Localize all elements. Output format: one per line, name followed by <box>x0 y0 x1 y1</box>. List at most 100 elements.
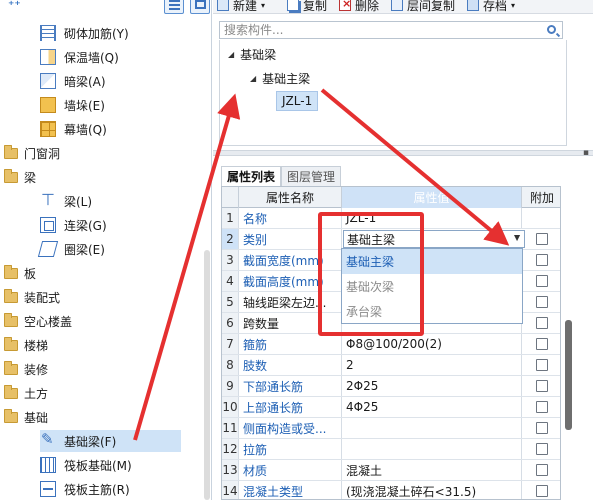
tree-item-raft-foundation[interactable]: 筏板基础(M) <box>40 454 132 476</box>
tree-item-foundation-beam[interactable]: 基础梁(F) <box>40 430 181 452</box>
copy-button[interactable]: 复制 <box>287 0 327 14</box>
tree-category-hollow-floor[interactable]: 空心楼盖 <box>4 310 72 332</box>
tree-category-earthwork[interactable]: 土方 <box>4 382 48 404</box>
layer-copy-icon <box>391 0 403 11</box>
row-number: 2 <box>222 229 239 249</box>
property-value[interactable]: (现浇混凝土碎石<31.5) <box>342 481 522 499</box>
attach-cell <box>522 271 560 291</box>
dropdown-option-cap-beam[interactable]: 承台梁 <box>342 299 522 324</box>
property-row[interactable]: 11 侧面构造或受... <box>222 418 560 439</box>
attach-checkbox[interactable] <box>536 317 548 329</box>
property-row[interactable]: 13 材质 混凝土 <box>222 460 560 481</box>
property-value[interactable]: 2 <box>342 355 522 375</box>
tree-item-raft-rebar[interactable]: 筏板主筋(R) <box>40 478 130 500</box>
property-value[interactable]: 4Φ25 <box>342 397 522 417</box>
delete-button[interactable]: 删除 <box>339 0 379 14</box>
row-number: 3 <box>222 250 239 270</box>
tree-category-label: 门窗洞 <box>24 146 61 161</box>
attach-checkbox[interactable] <box>536 401 548 413</box>
search-icon[interactable] <box>547 25 556 34</box>
tree-item-insulation-wall[interactable]: 保温墙(Q) <box>40 46 119 68</box>
attach-checkbox[interactable] <box>536 233 548 245</box>
collapse-arrow-icon[interactable]: ◢ <box>228 50 234 59</box>
attach-checkbox[interactable] <box>536 338 548 350</box>
row-number: 9 <box>222 376 239 396</box>
dropdown-arrow-icon: ▾ <box>511 0 516 10</box>
new-label: 新建 <box>233 0 258 13</box>
category-dropdown-list: 基础主梁 基础次梁 承台梁 <box>341 248 523 324</box>
attach-cell <box>522 355 560 375</box>
tree-item-label: 圈梁(E) <box>64 242 105 257</box>
property-value[interactable]: Φ8@100/200(2) <box>342 334 522 354</box>
property-row[interactable]: 10 上部通长筋 4Φ25 <box>222 397 560 418</box>
property-value[interactable]: JZL-1 <box>342 208 522 228</box>
collapse-arrow-icon[interactable]: ◢ <box>250 74 256 83</box>
component-tree-leaf[interactable]: JZL-1 <box>276 91 319 111</box>
attach-header: 附加 <box>529 191 554 205</box>
dropdown-option-main-foundation-beam[interactable]: 基础主梁 <box>342 249 522 274</box>
property-row[interactable]: 12 拉筋 <box>222 439 560 460</box>
property-value[interactable]: 2Φ25 <box>342 376 522 396</box>
dropdown-option-secondary-foundation-beam[interactable]: 基础次梁 <box>342 274 522 299</box>
attach-checkbox[interactable] <box>536 254 548 266</box>
row-number-header <box>222 187 239 208</box>
tree-item-link-beam[interactable]: 连梁(G) <box>40 214 107 236</box>
tree-category-slab[interactable]: 板 <box>4 262 36 284</box>
attach-checkbox[interactable] <box>536 359 548 371</box>
new-button[interactable]: 新建 ▾ <box>217 0 265 14</box>
tab-layer-management[interactable]: 图层管理 <box>281 166 342 186</box>
tree-item-ring-beam[interactable]: 圈梁(E) <box>37 238 105 260</box>
attach-checkbox[interactable] <box>536 275 548 287</box>
expand-all-icon[interactable]: ⁺⁺ <box>8 0 21 12</box>
property-name: 拉筋 <box>239 439 342 459</box>
property-value[interactable] <box>342 418 522 438</box>
attach-checkbox[interactable] <box>536 443 548 455</box>
property-grid-scrollbar[interactable] <box>565 320 572 430</box>
tree-category-prefab[interactable]: 装配式 <box>4 286 60 308</box>
property-row[interactable]: 8 肢数 2 <box>222 355 560 376</box>
attach-checkbox[interactable] <box>536 464 548 476</box>
component-tree-child[interactable]: ◢ 基础主梁 <box>250 68 310 88</box>
component-tree-child-label: 基础主梁 <box>262 71 311 86</box>
left-panel-header: ⁺⁺ <box>0 0 211 18</box>
tree-category-foundation[interactable]: 基础 <box>4 406 48 428</box>
list-view-button[interactable] <box>164 0 184 14</box>
property-name: 上部通长筋 <box>239 397 342 417</box>
property-row[interactable]: 7 箍筋 Φ8@100/200(2) <box>222 334 560 355</box>
chevron-down-icon[interactable]: ▲ <box>514 234 520 243</box>
attach-checkbox[interactable] <box>536 422 548 434</box>
left-panel-scrollbar[interactable] <box>204 250 210 500</box>
row-number: 13 <box>222 460 239 480</box>
property-row[interactable]: 1 名称 JZL-1 <box>222 208 560 229</box>
property-value[interactable] <box>342 439 522 459</box>
search-input[interactable] <box>224 23 534 37</box>
attach-checkbox[interactable] <box>536 380 548 392</box>
attach-cell <box>522 397 560 417</box>
panel-splitter[interactable]: ▪ <box>213 148 593 158</box>
tree-item-buttress[interactable]: 墙垛(E) <box>40 94 105 116</box>
tree-item-curtain-wall[interactable]: 幕墙(Q) <box>40 118 107 140</box>
property-row[interactable]: 2 类别 基础主梁 ▲ <box>222 229 560 250</box>
property-value[interactable]: 混凝土 <box>342 460 522 480</box>
tree-category-stairs[interactable]: 楼梯 <box>4 334 48 356</box>
component-tree-root-label: 基础梁 <box>240 47 277 62</box>
card-view-button[interactable] <box>190 0 210 14</box>
category-combobox[interactable]: 基础主梁 ▲ <box>343 230 525 248</box>
copy-label: 复制 <box>303 0 328 13</box>
property-name: 混凝土类型 <box>239 481 342 499</box>
tree-item-hidden-beam[interactable]: 暗梁(A) <box>40 70 106 92</box>
property-row[interactable]: 14 混凝土类型 (现浇混凝土碎石<31.5) <box>222 481 560 499</box>
property-row[interactable]: 9 下部通长筋 2Φ25 <box>222 376 560 397</box>
tree-category-decoration[interactable]: 装修 <box>4 358 48 380</box>
tree-item-beam[interactable]: 梁(L) <box>40 190 92 212</box>
tree-item-masonry-rebar[interactable]: 砌体加筋(Y) <box>40 22 129 44</box>
tree-category-beam[interactable]: 梁 <box>4 166 36 188</box>
attach-checkbox[interactable] <box>536 296 548 308</box>
tree-category-openings[interactable]: 门窗洞 <box>4 142 60 164</box>
tab-property-list[interactable]: 属性列表 <box>221 166 282 186</box>
component-tree-root[interactable]: ◢ 基础梁 <box>228 44 276 64</box>
attach-checkbox[interactable] <box>536 485 548 497</box>
save-button[interactable]: 存档 ▾ <box>467 0 515 14</box>
attach-cell <box>522 229 560 249</box>
layer-copy-button[interactable]: 层间复制 <box>391 0 455 14</box>
